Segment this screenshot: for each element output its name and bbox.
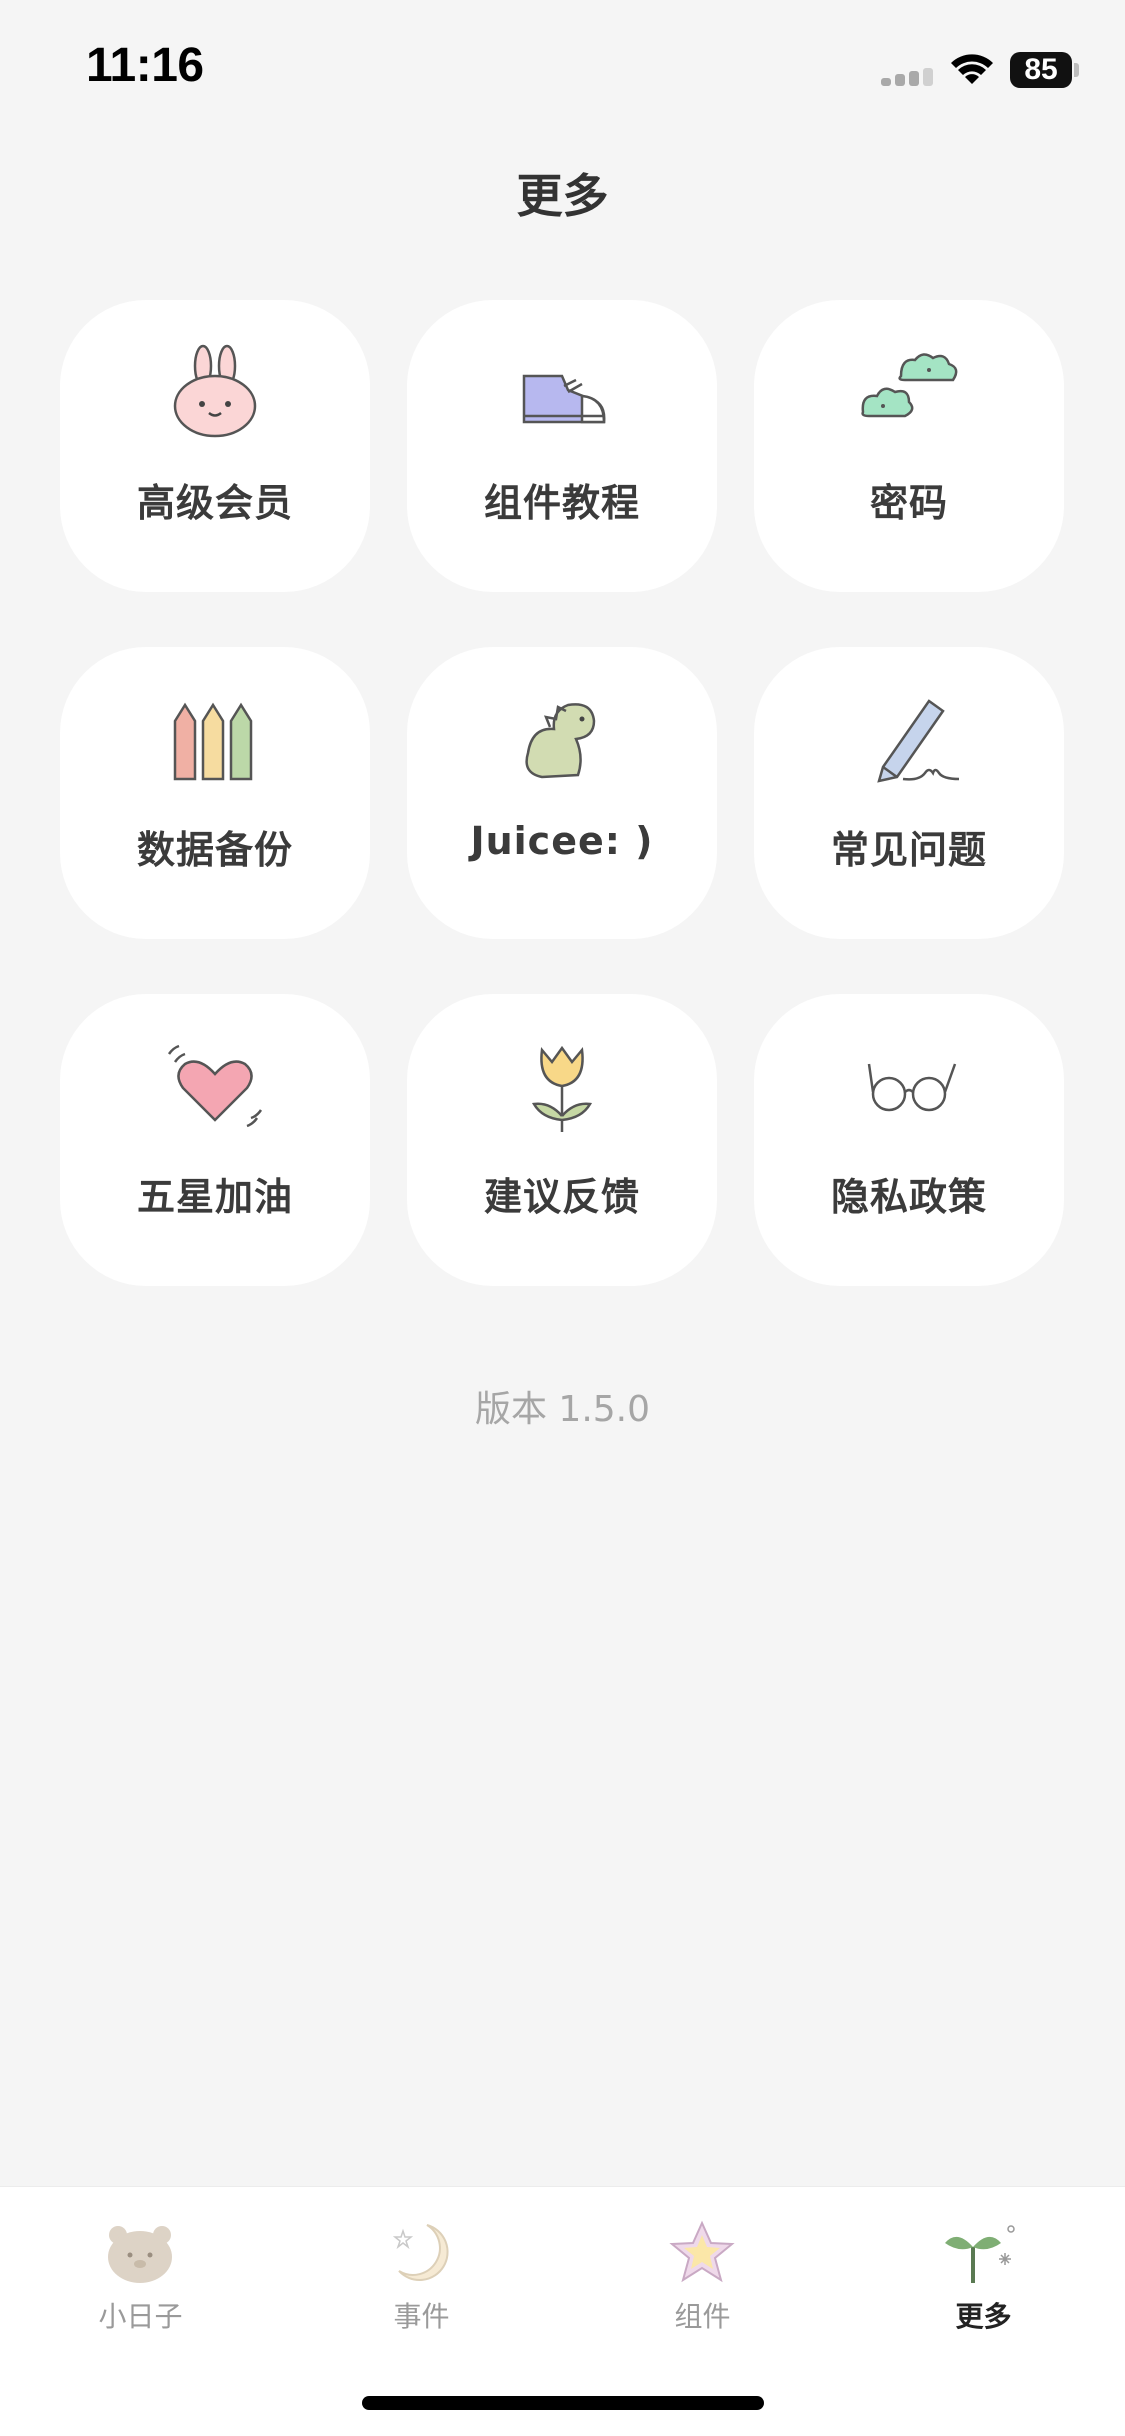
battery-cap xyxy=(1074,63,1079,77)
tab-more[interactable]: 更多 xyxy=(843,2187,1124,2347)
status-time: 11:16 xyxy=(86,39,204,92)
pencil-icon xyxy=(877,699,960,783)
tab-events[interactable]: 事件 xyxy=(281,2187,562,2347)
tulip-icon xyxy=(531,1045,593,1132)
card-password[interactable]: 密码 xyxy=(754,300,1064,592)
card-label: 隐私政策 xyxy=(830,1175,987,1219)
tab-widgets[interactable]: 组件 xyxy=(562,2187,843,2347)
card-five-star-rating[interactable]: 五星加油 xyxy=(60,994,370,1286)
card-label: 建议反馈 xyxy=(483,1175,640,1219)
cellular-signal-icon xyxy=(881,68,933,86)
card-widget-tutorial[interactable]: 组件教程 xyxy=(407,300,717,592)
card-label: 密码 xyxy=(869,481,948,525)
star-icon xyxy=(669,2220,735,2283)
bear-icon xyxy=(108,2226,172,2283)
card-feedback[interactable]: 建议反馈 xyxy=(407,994,717,1286)
card-label: 组件教程 xyxy=(483,481,640,525)
battery-level: 85 xyxy=(1010,52,1072,88)
status-bar: 11:16 85 xyxy=(0,0,1125,140)
tab-label: 更多 xyxy=(955,2300,1012,2333)
card-juicee[interactable]: Juicee: ) xyxy=(407,647,717,939)
sprout-icon xyxy=(945,2225,1015,2283)
tab-label: 事件 xyxy=(393,2300,450,2333)
card-data-backup[interactable]: 数据备份 xyxy=(60,647,370,939)
home-indicator xyxy=(362,2396,764,2410)
card-label: Juicee: ) xyxy=(470,819,654,863)
page-title: 更多 xyxy=(516,169,609,223)
dinosaur-icon xyxy=(525,703,596,779)
card-premium-member[interactable]: 高级会员 xyxy=(60,300,370,592)
card-privacy-policy[interactable]: 隐私政策 xyxy=(754,994,1064,1286)
bush-icon xyxy=(861,353,958,418)
bunny-icon xyxy=(173,344,257,438)
wifi-icon xyxy=(951,54,993,84)
card-label: 数据备份 xyxy=(136,828,293,872)
tab-label: 小日子 xyxy=(98,2300,183,2333)
tab-label: 组件 xyxy=(674,2300,731,2333)
card-label: 五星加油 xyxy=(136,1175,293,1219)
pencils-icon xyxy=(173,702,253,781)
version-text: 版本 1.5.0 xyxy=(474,1389,651,1430)
sneaker-icon xyxy=(522,374,606,424)
card-faq[interactable]: 常见问题 xyxy=(754,647,1064,939)
card-label: 高级会员 xyxy=(136,481,293,525)
moon-icon xyxy=(392,2224,449,2281)
glasses-icon xyxy=(867,1063,957,1112)
menu-grid: 高级会员 组件教程 密码 数据备份 Juicee:) 常见问题 五星加油 建议… xyxy=(60,300,1065,1290)
tab-days[interactable]: 小日子 xyxy=(0,2187,281,2347)
card-label: 常见问题 xyxy=(830,828,987,872)
heart-icon xyxy=(167,1044,263,1128)
